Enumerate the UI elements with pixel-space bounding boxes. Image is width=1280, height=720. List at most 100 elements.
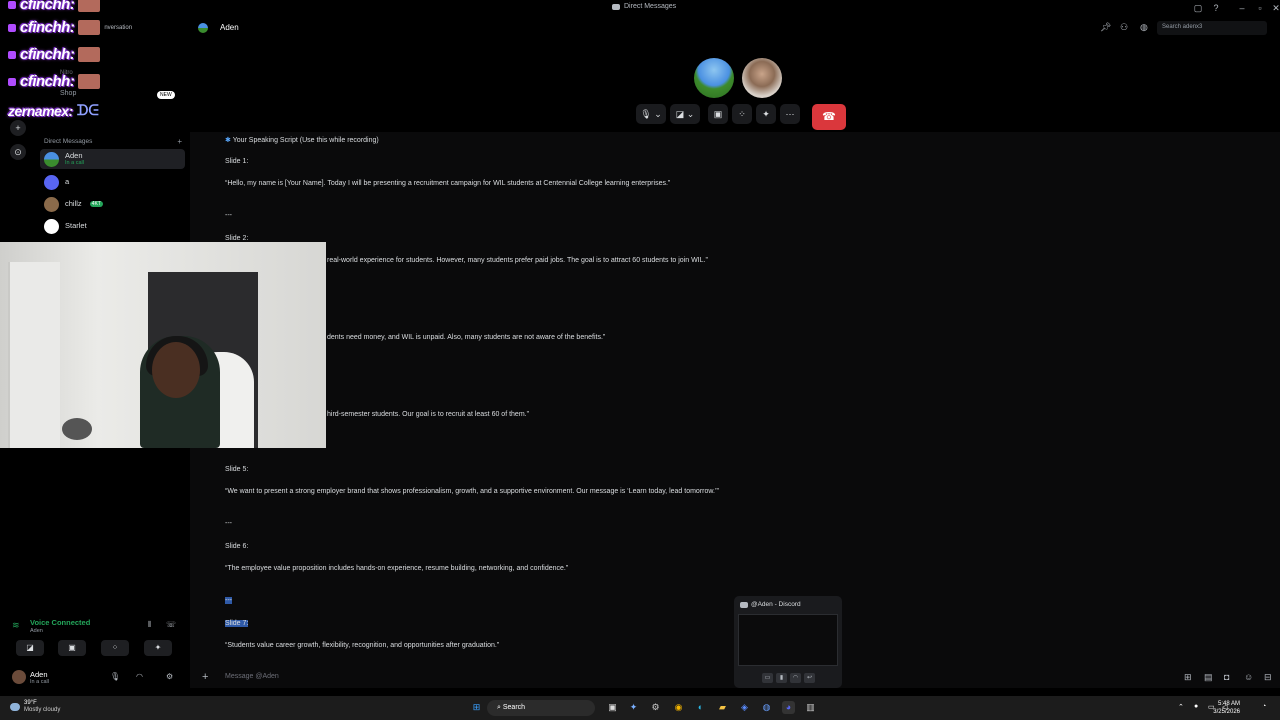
apps-icon[interactable]: ⊟ bbox=[1264, 672, 1272, 683]
recipient-avatar bbox=[198, 23, 208, 33]
disconnect-icon[interactable]: ☏ bbox=[166, 620, 176, 629]
emote-text: cfinchh: bbox=[20, 46, 75, 63]
chrome-icon[interactable]: ◉ bbox=[672, 701, 685, 714]
screen-share-button[interactable]: ▣ bbox=[58, 640, 86, 656]
message-line: dents need money, and WIL is unpaid. Als… bbox=[327, 334, 606, 341]
terminal-icon[interactable]: ▥ bbox=[804, 701, 817, 714]
message-line-selected: Slide 7: bbox=[225, 620, 249, 627]
message-line: hird-semester students. Our goal is to r… bbox=[327, 411, 529, 418]
emote-overlay-row: cfinchh: bbox=[8, 46, 101, 63]
soundboard-button[interactable]: ✦ bbox=[144, 640, 172, 656]
dm-item-aden[interactable]: Aden In a call bbox=[40, 149, 185, 169]
recipient-name[interactable]: Aden bbox=[220, 23, 239, 32]
maximize-button[interactable]: ▫ bbox=[1254, 2, 1266, 14]
call-stage bbox=[190, 40, 1280, 140]
app-icon-2[interactable]: ◍ bbox=[760, 701, 773, 714]
taskbar-search-label: Search bbox=[502, 704, 526, 711]
settings-icon[interactable]: ⚙ bbox=[166, 672, 173, 681]
avatar[interactable] bbox=[12, 670, 26, 684]
window-title-text: Direct Messages bbox=[624, 3, 677, 10]
create-dm-button[interactable]: + bbox=[177, 137, 182, 146]
emoji-icon[interactable]: ☺ bbox=[1244, 672, 1253, 682]
camera-icon[interactable]: ▭ bbox=[762, 673, 773, 683]
mic-tray-icon[interactable]: ● bbox=[1194, 703, 1198, 710]
notifications-icon[interactable]: ◔ bbox=[1262, 703, 1266, 710]
mini-player[interactable]: @Aden - Discord ▭ ▮ ◠ ↩ bbox=[734, 596, 842, 688]
start-icon[interactable]: ⊞ bbox=[470, 701, 483, 714]
webcam-door bbox=[8, 262, 60, 448]
dm-name: chillz bbox=[65, 199, 82, 208]
inbox-icon[interactable]: ▢ bbox=[1192, 2, 1204, 14]
webcam-fan bbox=[62, 418, 92, 440]
microphone-icon[interactable]: 🎙︎ bbox=[110, 672, 120, 681]
main-area: Aden 📌︎ ⚇ ◍ Search adenx3 🎙︎ ⌄ ◪ ⌄ ▣ ⁘ ✦… bbox=[190, 16, 1280, 696]
shop-link[interactable]: Shop bbox=[60, 90, 76, 97]
search-placeholder: Search adenx3 bbox=[1162, 24, 1203, 30]
headphones-icon[interactable]: ◠ bbox=[136, 672, 143, 681]
taskbar-search[interactable]: ⌕ Search bbox=[487, 700, 595, 716]
dm-item-a[interactable]: a bbox=[40, 172, 185, 192]
headphones-icon[interactable]: ◠ bbox=[790, 673, 801, 683]
noise-suppression-icon[interactable]: ⫴ bbox=[148, 620, 151, 630]
profile-icon[interactable]: ◍ bbox=[1140, 22, 1148, 33]
message-line: “Students value career growth, flexibili… bbox=[225, 642, 500, 649]
gift-icon[interactable]: ⊞ bbox=[1184, 672, 1192, 683]
emote-icon bbox=[8, 77, 16, 86]
webcam-face bbox=[152, 342, 200, 398]
screen-share-button[interactable]: ▣ bbox=[708, 104, 728, 124]
pin-icon[interactable]: 📌︎ bbox=[1100, 22, 1111, 33]
task-view-icon[interactable]: ▣ bbox=[606, 701, 619, 714]
avatar bbox=[44, 174, 59, 190]
edge-icon[interactable]: ◐ bbox=[694, 701, 707, 714]
mini-player-title-text: @Aden - Discord bbox=[751, 601, 801, 608]
dm-item-chillz[interactable]: chillz 4KT bbox=[40, 194, 185, 214]
explore-servers-button[interactable]: ⊙ bbox=[10, 144, 26, 160]
dm-name: a bbox=[65, 177, 70, 186]
weather-widget[interactable]: 39°F Mostly cloudy bbox=[10, 700, 60, 714]
dm-item-starlet[interactable]: Starlet bbox=[40, 216, 185, 236]
dm-header-label: Direct Messages bbox=[44, 138, 93, 145]
call-participant-avatar[interactable] bbox=[694, 58, 734, 98]
mini-player-preview[interactable] bbox=[738, 614, 838, 666]
composer-placeholder: Message @Aden bbox=[225, 673, 279, 680]
call-controls: 🎙︎ ⌄ ◪ ⌄ ▣ ⁘ ✦ ⋯ bbox=[636, 104, 804, 124]
camera-toggle-button[interactable]: ◪ bbox=[16, 640, 44, 656]
mute-button[interactable]: 🎙︎ ⌄ bbox=[636, 104, 666, 124]
minimize-button[interactable]: – bbox=[1236, 2, 1248, 14]
close-button[interactable]: ✕ bbox=[1270, 2, 1280, 14]
file-explorer-icon[interactable]: ▰ bbox=[716, 701, 729, 714]
attach-plus-icon[interactable]: + bbox=[202, 671, 208, 683]
copilot-icon[interactable]: ✦ bbox=[627, 701, 640, 714]
camera-button[interactable]: ◪ ⌄ bbox=[670, 104, 700, 124]
settings-app-icon[interactable]: ⚙ bbox=[649, 701, 662, 714]
weather-temp: 39°F bbox=[24, 700, 37, 706]
sticker-icon[interactable]: ◘ bbox=[1224, 672, 1229, 682]
sparkle-emoji-icon: ✱ bbox=[225, 137, 233, 144]
add-server-button[interactable]: + bbox=[10, 120, 26, 136]
microphone-icon[interactable]: ▮ bbox=[776, 673, 787, 683]
gif-icon[interactable]: ▤ bbox=[1204, 672, 1213, 683]
new-badge: NEW bbox=[157, 91, 175, 99]
activities-button[interactable]: ⁘ bbox=[101, 640, 129, 656]
discord-taskbar-icon[interactable]: ◕ bbox=[782, 701, 795, 714]
emote-glyph-icon: ᗪᕮ bbox=[76, 102, 99, 118]
app-icon[interactable]: ◈ bbox=[738, 701, 751, 714]
dm-header: Direct Messages + bbox=[44, 137, 184, 146]
hang-up-icon[interactable]: ↩ bbox=[804, 673, 815, 683]
hang-up-button[interactable]: ☎ bbox=[812, 104, 846, 130]
message-line: “We want to present a strong employer br… bbox=[225, 488, 719, 495]
more-options-button[interactable]: ⋯ bbox=[780, 104, 800, 124]
help-icon[interactable]: ? bbox=[1210, 2, 1222, 14]
voice-connected-label[interactable]: Voice Connected bbox=[30, 618, 90, 627]
webcam-overlay bbox=[0, 242, 326, 448]
activities-button[interactable]: ⁘ bbox=[732, 104, 752, 124]
call-participant-avatar[interactable] bbox=[742, 58, 782, 98]
taskbar: 39°F Mostly cloudy ⊞ ⌕ Search ▣ ✦ ⚙ ◉ ◐ … bbox=[0, 696, 1280, 720]
tray-chevron-icon[interactable]: ⌃ bbox=[1178, 703, 1184, 711]
emote-face-icon bbox=[78, 47, 101, 62]
message-line: ✱ Your Speaking Script (Use this while r… bbox=[225, 137, 379, 144]
soundboard-button[interactable]: ✦ bbox=[756, 104, 776, 124]
add-friends-icon[interactable]: ⚇ bbox=[1120, 22, 1128, 33]
clock[interactable]: 5:48 AM 3/25/2026 bbox=[1200, 700, 1240, 716]
search-input[interactable]: Search adenx3 bbox=[1157, 21, 1267, 35]
